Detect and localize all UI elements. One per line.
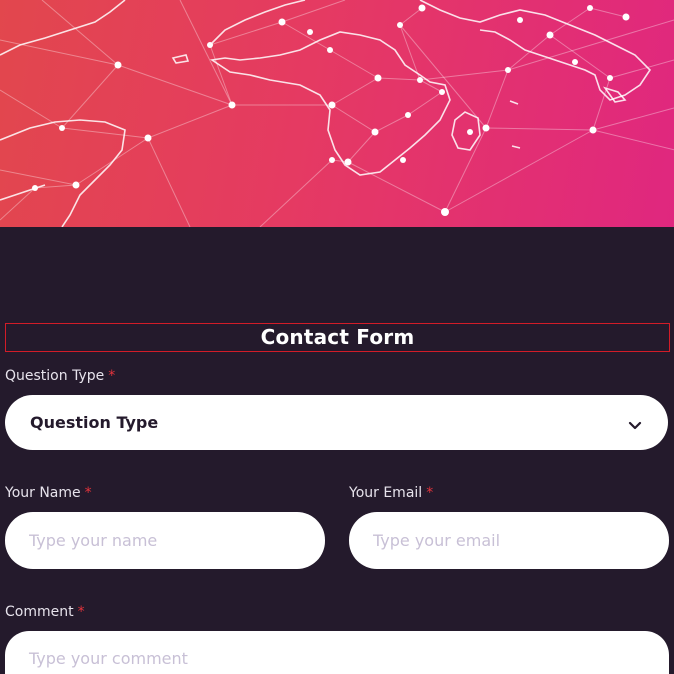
required-mark: *: [77, 604, 85, 620]
required-mark: *: [84, 485, 92, 501]
world-network-map-image: [0, 0, 674, 227]
required-mark: *: [108, 368, 116, 384]
question-type-label: Question Type *: [5, 368, 116, 384]
comment-label: Comment *: [5, 604, 85, 620]
required-mark: *: [426, 485, 434, 501]
name-input[interactable]: [5, 512, 325, 569]
email-label: Your Email *: [349, 485, 434, 501]
form-title: Contact Form: [5, 323, 670, 352]
chevron-down-icon: [628, 416, 642, 435]
name-label: Your Name *: [5, 485, 92, 501]
hero-banner: [0, 0, 674, 227]
question-type-selected-value: Question Type: [30, 413, 159, 432]
question-type-select[interactable]: Question Type: [5, 395, 668, 450]
email-input[interactable]: [349, 512, 669, 569]
comment-textarea[interactable]: [5, 631, 669, 674]
